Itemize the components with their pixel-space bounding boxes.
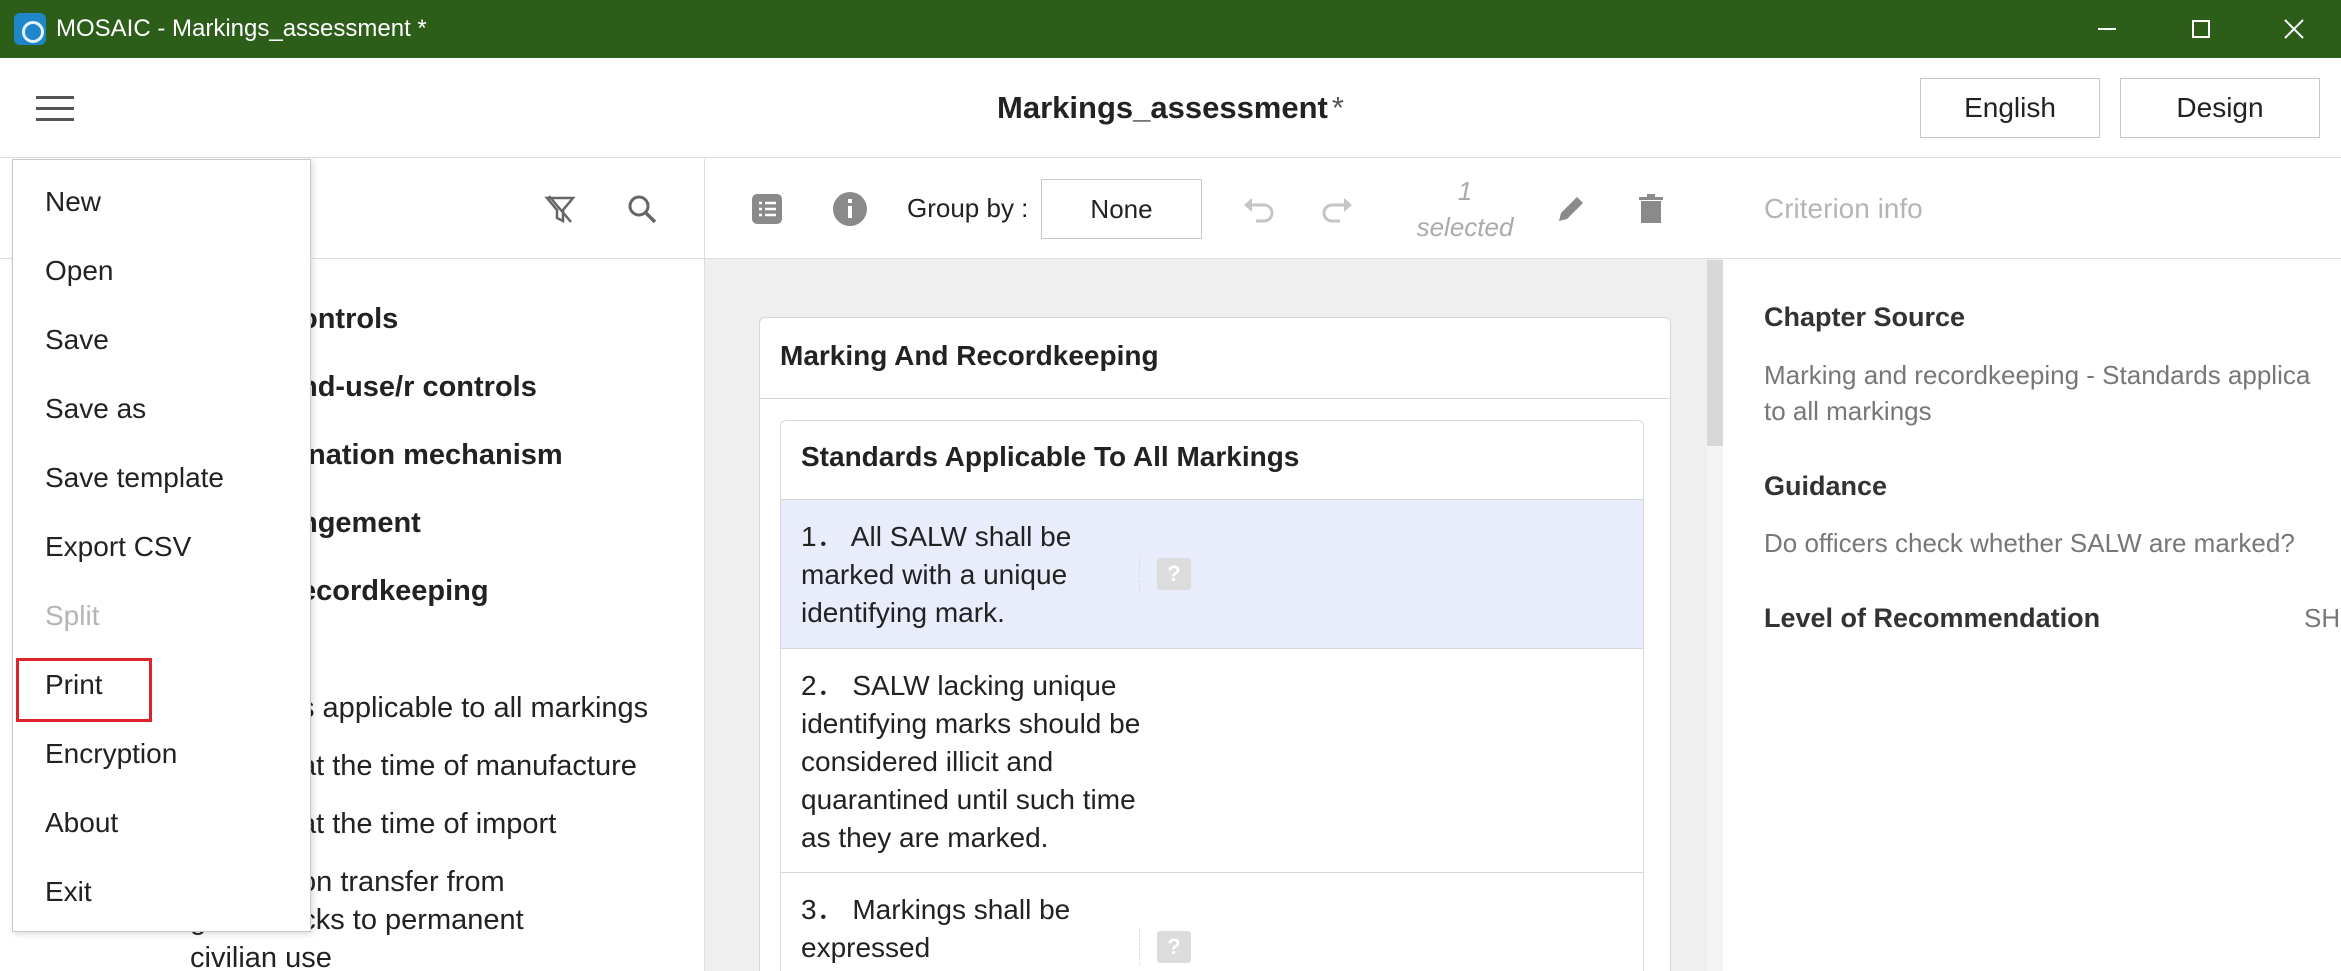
minimize-button[interactable] [2060, 0, 2154, 58]
selected-count-label: selected [1416, 212, 1514, 242]
design-mode-button[interactable]: Design [2120, 78, 2320, 138]
menu-item-about[interactable]: About [45, 807, 118, 839]
undo-icon[interactable] [1238, 189, 1278, 229]
document-name: Markings_assessment [997, 90, 1328, 125]
help-question-icon[interactable]: ? [1157, 931, 1191, 963]
section-card: Marking And Recordkeeping Standards Appl… [759, 317, 1671, 971]
criteria-toolbar: Group by : None 1 selected [705, 159, 1723, 259]
tree-item[interactable]: ecordkeeping [300, 573, 489, 609]
menu-item-print[interactable]: Print [45, 669, 103, 701]
language-button[interactable]: English [1920, 78, 2100, 138]
menu-item-split: Split [45, 600, 100, 631]
edit-pencil-icon[interactable] [1551, 189, 1591, 229]
criterion-text: 1． All SALW shall be marked with a uniqu… [801, 521, 1072, 628]
chapter-source-text-continued: to all markings [1764, 396, 1932, 426]
criterion-info-title: Criterion info [1764, 193, 1923, 224]
criterion-text: 3． Markings shall be expressed [801, 894, 1071, 963]
tree-subitem[interactable]: on transfer from [300, 864, 505, 900]
criterion-row[interactable]: 3． Markings shall be expressed ? [781, 872, 1643, 971]
tree-subitem[interactable]: s applicable to all markings [300, 690, 648, 726]
menu-item-save[interactable]: Save [45, 324, 109, 356]
tree-subitem[interactable]: at the time of manufacture [300, 748, 637, 784]
menu-item-exit[interactable]: Exit [45, 876, 92, 908]
close-icon [2284, 19, 2304, 39]
vertical-scrollbar[interactable] [1707, 260, 1723, 971]
redo-icon[interactable] [1318, 189, 1358, 229]
tree-item[interactable]: ontrols [300, 301, 398, 337]
info-icon[interactable] [830, 189, 870, 229]
divider [1139, 556, 1140, 592]
modified-indicator: * [1331, 90, 1344, 125]
menu-item-save-template[interactable]: Save template [45, 462, 224, 494]
clear-filter-icon[interactable] [540, 189, 580, 229]
level-of-recommendation-value: SH [2304, 603, 2341, 633]
chapter-source-label: Chapter Source [1764, 302, 1966, 332]
subsection-title: Standards Applicable To All Markings [801, 441, 1300, 472]
tree-item[interactable]: ination mechanism [300, 437, 563, 473]
app-header: Markings_assessment * English Design [0, 58, 2341, 158]
criterion-row-selected[interactable]: 1． All SALW shall be marked with a uniqu… [781, 499, 1643, 648]
selected-count: 1 selected [1395, 173, 1535, 245]
criterion-info-panel: Criterion info Chapter Source Marking an… [1724, 159, 2341, 971]
minimize-icon [2098, 28, 2116, 30]
window-title: MOSAIC - Markings_assessment * [56, 15, 427, 42]
scrollbar-thumb[interactable] [1707, 260, 1723, 446]
menu-item-save-as[interactable]: Save as [45, 393, 146, 425]
criterion-info-header: Criterion info [1724, 159, 2341, 259]
level-of-recommendation-label: Level of Recommendation [1764, 603, 2101, 633]
menu-item-open[interactable]: Open [45, 255, 114, 287]
group-by-select[interactable]: None [1041, 179, 1202, 239]
search-icon[interactable] [622, 189, 662, 229]
tree-subitem-continued[interactable]: civilian use [190, 940, 332, 971]
list-view-icon[interactable] [747, 189, 787, 229]
file-menu-dropdown: New Open Save Save as Save template Expo… [12, 159, 311, 932]
delete-trash-icon[interactable] [1631, 189, 1671, 229]
criterion-text: 2． SALW lacking unique identifying marks… [801, 670, 1141, 853]
menu-item-export-csv[interactable]: Export CSV [45, 531, 191, 563]
menu-item-encryption[interactable]: Encryption [45, 738, 177, 770]
subsection-card: Standards Applicable To All Markings 1． … [780, 420, 1644, 971]
divider [1139, 929, 1140, 965]
maximize-icon [2192, 20, 2210, 38]
help-question-icon[interactable]: ? [1157, 558, 1191, 590]
selected-count-number: 1 [1457, 176, 1473, 206]
close-window-button[interactable] [2247, 0, 2341, 58]
criterion-row[interactable]: 2． SALW lacking unique identifying marks… [781, 648, 1643, 872]
app-logo-icon [14, 13, 46, 45]
chapter-source-text: Marking and recordkeeping - Standards ap… [1764, 360, 2311, 390]
criteria-panel: Group by : None 1 selected Marking And R… [705, 159, 1723, 971]
maximize-button[interactable] [2154, 0, 2248, 58]
tree-item[interactable]: nd-use/r controls [300, 369, 537, 405]
guidance-label: Guidance [1764, 471, 1888, 501]
guidance-text: Do officers check whether SALW are marke… [1764, 528, 2295, 558]
tree-item[interactable]: ngement [300, 505, 421, 541]
title-bar: MOSAIC - Markings_assessment * [0, 0, 2341, 58]
tree-subitem[interactable]: at the time of import [300, 806, 556, 842]
divider [760, 398, 1670, 399]
group-by-label: Group by : [907, 193, 1029, 223]
menu-item-new[interactable]: New [45, 186, 101, 218]
section-title: Marking And Recordkeeping [780, 340, 1159, 371]
